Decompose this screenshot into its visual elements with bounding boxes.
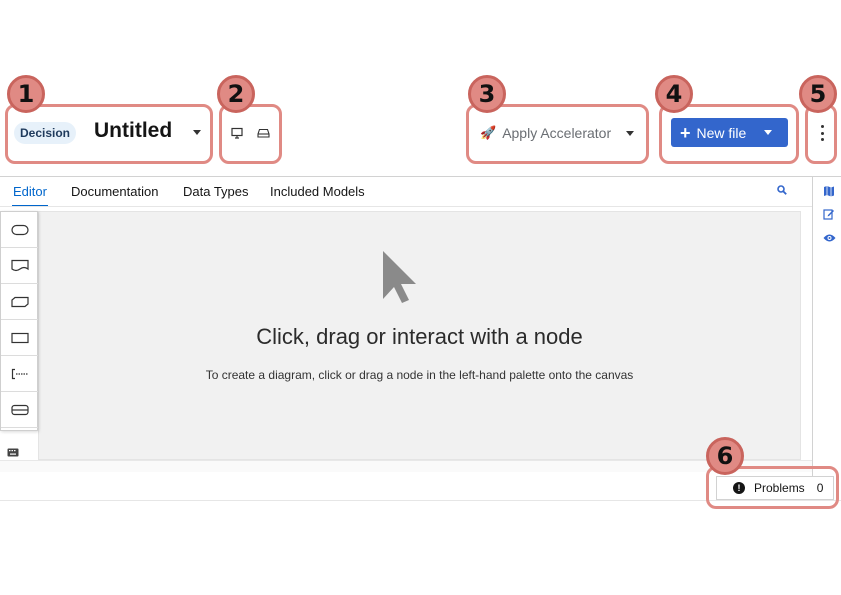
eye-icon — [823, 234, 835, 242]
tab-editor[interactable]: Editor — [13, 184, 47, 199]
decision-service-icon — [10, 404, 29, 415]
callout-ring-4 — [659, 104, 799, 164]
tab-data-types[interactable]: Data Types — [183, 184, 249, 199]
callout-ring-1 — [5, 104, 213, 164]
palette-text-annotation[interactable] — [1, 356, 38, 392]
search-button[interactable] — [775, 183, 789, 197]
callout-number-6: 6 — [706, 437, 744, 475]
node-palette — [0, 211, 38, 431]
properties-button[interactable] — [821, 206, 837, 222]
tab-included-models[interactable]: Included Models — [270, 184, 365, 199]
palette-business-knowledge-model[interactable] — [1, 284, 38, 320]
knowledge-source-icon — [10, 259, 29, 271]
text-annotation-icon — [11, 368, 28, 379]
tab-documentation[interactable]: Documentation — [71, 184, 158, 199]
input-data-icon — [10, 224, 29, 235]
edit-icon — [823, 209, 834, 220]
keyboard-icon — [7, 448, 19, 456]
palette-decision[interactable] — [1, 320, 38, 356]
palette-decision-service[interactable] — [1, 392, 38, 428]
callout-number-4: 4 — [655, 75, 693, 113]
callout-number-5: 5 — [799, 75, 837, 113]
decision-icon — [10, 332, 29, 343]
callout-number-1: 1 — [7, 75, 45, 113]
keyboard-shortcuts-button[interactable] — [6, 446, 20, 458]
canvas-footer — [0, 460, 812, 472]
empty-state-title: Click, drag or interact with a node — [256, 324, 583, 349]
callout-ring-5 — [805, 104, 837, 164]
palette-knowledge-source[interactable] — [1, 248, 38, 284]
search-icon — [777, 185, 787, 195]
callout-ring-3 — [466, 104, 649, 164]
callout-number-3: 3 — [468, 75, 506, 113]
header-divider — [0, 176, 841, 177]
tabs-divider — [0, 206, 812, 207]
right-rail — [812, 177, 841, 477]
map-icon — [824, 186, 834, 197]
empty-state-description: To create a diagram, click or drag a nod… — [205, 368, 634, 382]
preview-button[interactable] — [821, 230, 837, 246]
callout-ring-2 — [219, 104, 282, 164]
cursor-pointer-icon — [380, 248, 420, 304]
business-knowledge-model-icon — [10, 296, 29, 307]
palette-input-data[interactable] — [1, 212, 38, 248]
callout-number-2: 2 — [217, 75, 255, 113]
navigator-button[interactable] — [821, 183, 837, 199]
